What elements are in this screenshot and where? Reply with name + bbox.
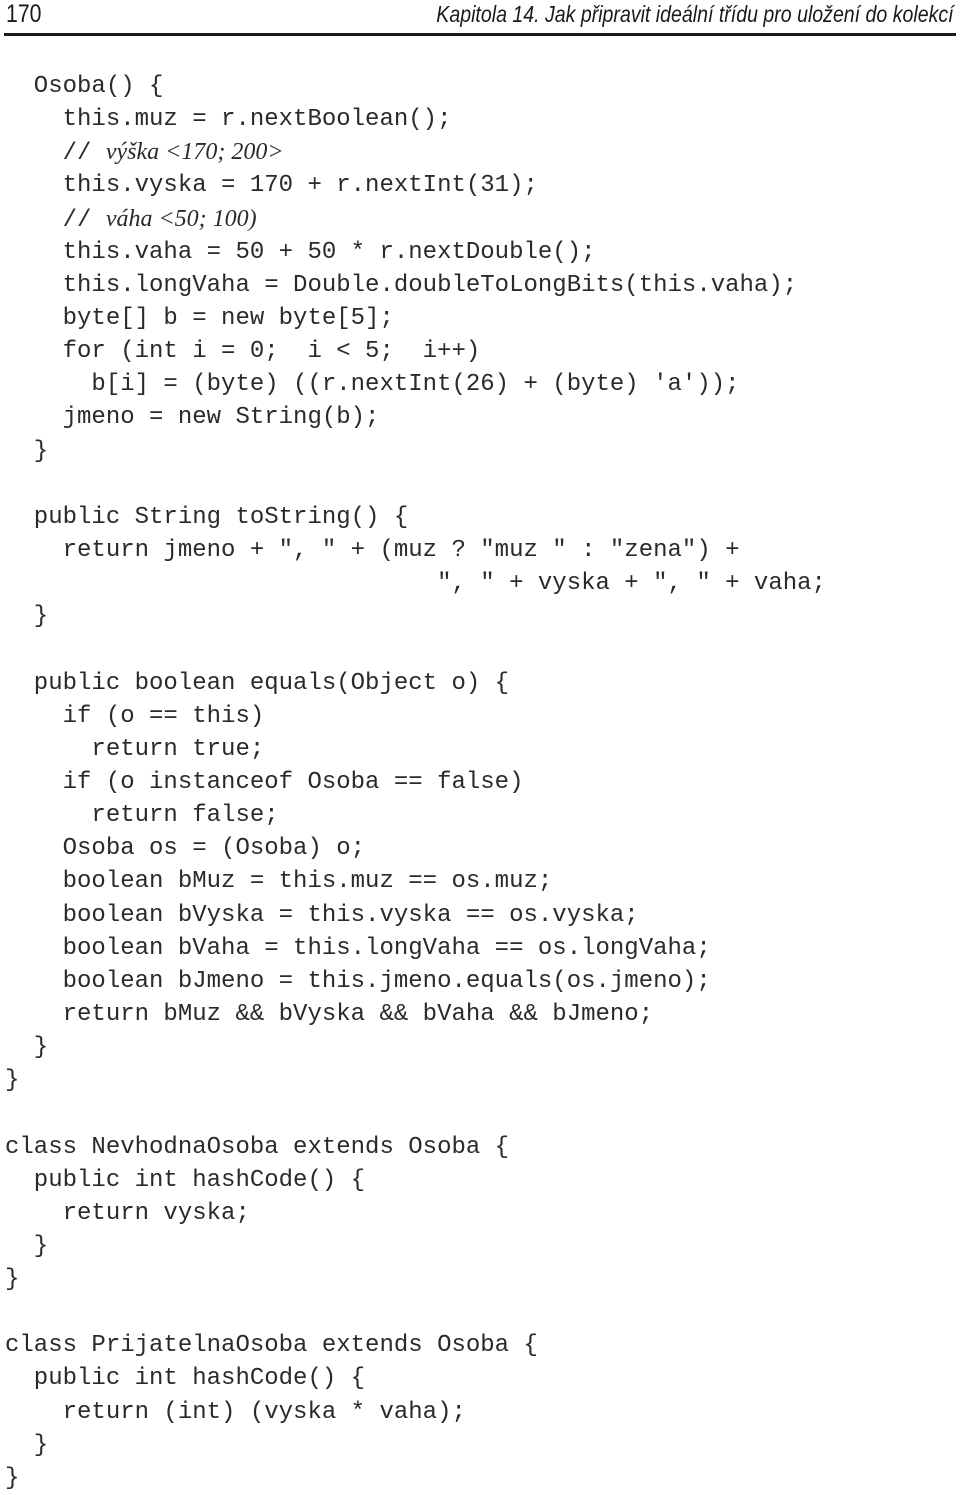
code-line: class NevhodnaOsoba extends Osoba { [5, 1131, 826, 1164]
code-line: public boolean equals(Object o) { [5, 667, 826, 700]
code-line: if (o instanceof Osoba == false) [5, 766, 826, 799]
code-text: } [5, 603, 49, 631]
code-line: if (o == this) [5, 700, 826, 733]
code-line: } [5, 1263, 826, 1296]
comment-marker: // [5, 206, 106, 234]
code-comment-line: // výška <170; 200> [5, 136, 826, 169]
code-line: for (int i = 0; i < 5; i++) [5, 335, 826, 368]
code-text: } [5, 437, 49, 465]
code-line: return (int) (vyska * vaha); [5, 1396, 826, 1429]
code-comment-line: // váha <50; 100) [5, 203, 826, 236]
code-text: if (o == this) [5, 702, 265, 730]
code-text: ", " + vyska + ", " + vaha; [5, 570, 826, 598]
comment-text: výška <170; 200> [105, 139, 284, 166]
header-rule [4, 33, 956, 36]
code-text: boolean bVyska = this.vyska == os.vyska; [5, 901, 639, 929]
code-line: this.vaha = 50 + 50 * r.nextDouble(); [5, 236, 826, 269]
code-line: } [5, 1031, 826, 1064]
code-line: public int hashCode() { [5, 1164, 826, 1197]
code-text: for (int i = 0; i < 5; i++) [5, 338, 481, 366]
code-listing: Osoba() { this.muz = r.nextBoolean(); //… [5, 70, 826, 1495]
code-line: return true; [5, 733, 826, 766]
page-header: 170 Kapitola 14. Jak připravit ideální t… [4, 0, 956, 34]
code-text: public String toString() { [5, 503, 409, 531]
code-line: ", " + vyska + ", " + vaha; [5, 567, 826, 600]
code-line: return vyska; [5, 1197, 826, 1230]
code-line: jmeno = new String(b); [5, 401, 826, 434]
code-text: this.vaha = 50 + 50 * r.nextDouble(); [5, 238, 596, 266]
code-text: byte[] b = new byte[5]; [5, 304, 394, 332]
page-number: 170 [6, 0, 42, 28]
code-text: public boolean equals(Object o) { [5, 669, 510, 697]
code-line: boolean bVaha = this.longVaha == os.long… [5, 932, 826, 965]
code-text: } [5, 1266, 20, 1294]
code-text: return vyska; [5, 1199, 250, 1227]
code-line: class PrijatelnaOsoba extends Osoba { [5, 1329, 826, 1362]
code-line: return jmeno + ", " + (muz ? "muz " : "z… [5, 534, 826, 567]
code-line: Osoba() { [5, 70, 826, 103]
code-text: public int hashCode() { [5, 1166, 366, 1194]
code-text: } [5, 1431, 49, 1459]
code-text: return jmeno + ", " + (muz ? "muz " : "z… [5, 536, 740, 564]
code-line: public int hashCode() { [5, 1362, 826, 1395]
code-text: this.longVaha = Double.doubleToLongBits(… [5, 271, 798, 299]
code-line: b[i] = (byte) ((r.nextInt(26) + (byte) '… [5, 368, 826, 401]
code-text: return true; [5, 735, 265, 763]
code-line: } [5, 1462, 826, 1495]
code-line: boolean bJmeno = this.jmeno.equals(os.jm… [5, 965, 826, 998]
code-text: boolean bMuz = this.muz == os.muz; [5, 868, 553, 896]
code-text: if (o instanceof Osoba == false) [5, 768, 524, 796]
code-text: } [5, 1034, 49, 1062]
code-text: boolean bVaha = this.longVaha == os.long… [5, 934, 711, 962]
code-text: this.muz = r.nextBoolean(); [5, 106, 452, 134]
code-line: this.longVaha = Double.doubleToLongBits(… [5, 269, 826, 302]
code-text: return (int) (vyska * vaha); [5, 1398, 466, 1426]
code-text: return bMuz && bVyska && bVaha && bJmeno… [5, 1000, 654, 1028]
code-line: public String toString() { [5, 501, 826, 534]
code-line: boolean bMuz = this.muz == os.muz; [5, 865, 826, 898]
code-text: this.vyska = 170 + r.nextInt(31); [5, 172, 538, 200]
code-line: this.vyska = 170 + r.nextInt(31); [5, 169, 826, 202]
code-text: Osoba() { [5, 73, 164, 100]
code-text: class PrijatelnaOsoba extends Osoba { [5, 1332, 538, 1360]
code-line: } [5, 435, 826, 468]
code-line: byte[] b = new byte[5]; [5, 302, 826, 335]
code-text: boolean bJmeno = this.jmeno.equals(os.jm… [5, 967, 711, 995]
code-text: public int hashCode() { [5, 1365, 366, 1393]
code-line: return false; [5, 799, 826, 832]
code-text: return false; [5, 802, 279, 830]
code-text: Osoba os = (Osoba) o; [5, 835, 366, 863]
code-text: } [5, 1067, 20, 1095]
code-text: b[i] = (byte) ((r.nextInt(26) + (byte) '… [5, 371, 740, 399]
chapter-title: Kapitola 14. Jak připravit ideální třídu… [436, 1, 954, 27]
code-line: boolean bVyska = this.vyska == os.vyska; [5, 899, 826, 932]
code-line: } [5, 1429, 826, 1462]
comment-marker: // [5, 140, 106, 168]
code-text: } [5, 1464, 20, 1492]
code-text: } [5, 1232, 49, 1260]
code-line: } [5, 600, 826, 633]
code-line: this.muz = r.nextBoolean(); [5, 103, 826, 136]
code-line: Osoba os = (Osoba) o; [5, 832, 826, 865]
code-line: return bMuz && bVyska && bVaha && bJmeno… [5, 998, 826, 1031]
code-text: class NevhodnaOsoba extends Osoba { [5, 1133, 510, 1161]
comment-text: váha <50; 100) [105, 205, 257, 232]
code-line: } [5, 1064, 826, 1097]
code-line: } [5, 1230, 826, 1263]
code-text: jmeno = new String(b); [5, 404, 380, 432]
